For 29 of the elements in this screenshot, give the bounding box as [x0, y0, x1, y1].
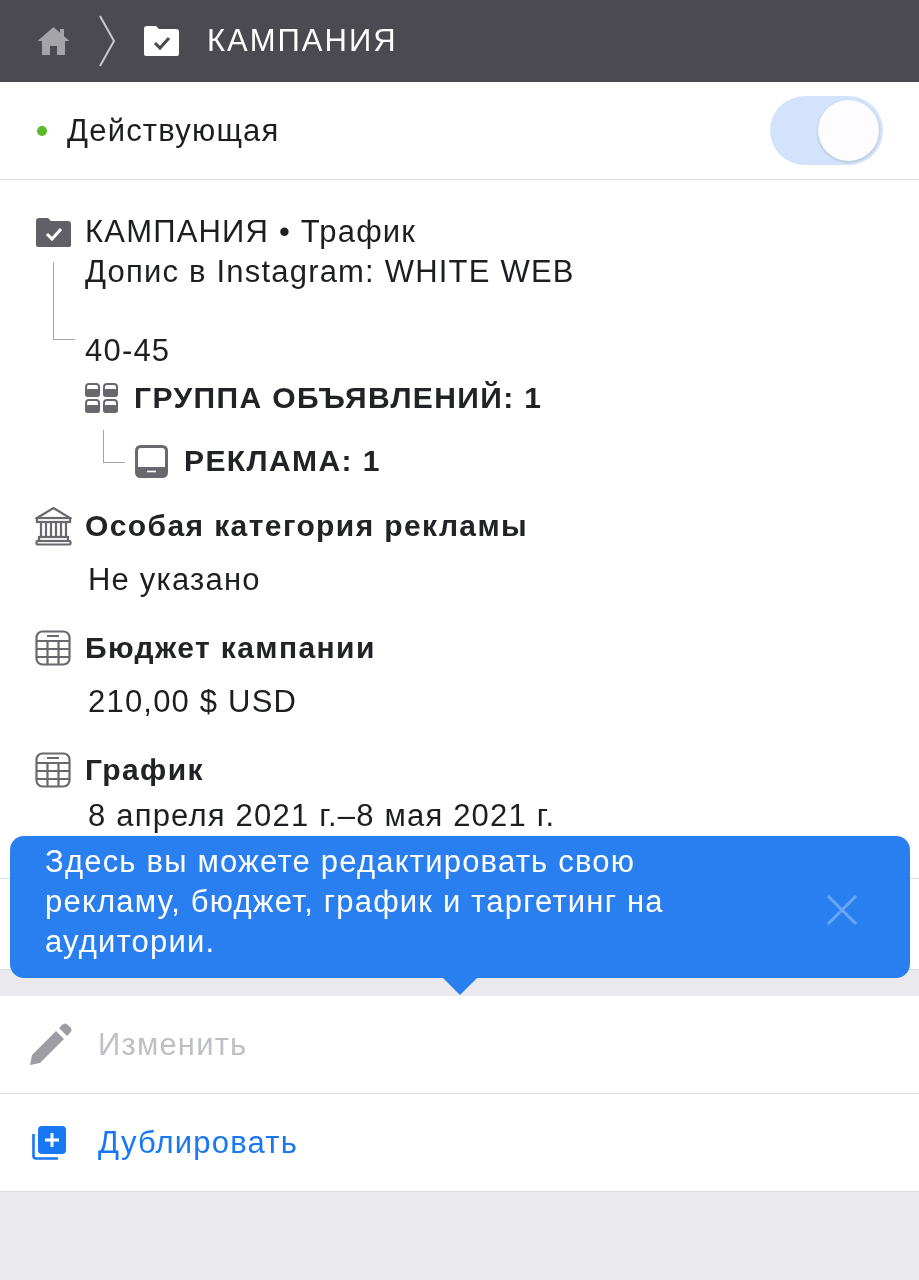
close-icon: [826, 894, 858, 926]
folder-check-icon: [35, 216, 72, 248]
status-label: Действующая: [67, 112, 281, 149]
campaign-name: Допис в Instagram: WHITE WEB: [85, 253, 576, 291]
section-value: Не указано: [88, 561, 262, 599]
home-icon[interactable]: [37, 26, 70, 56]
tablet-icon: [135, 444, 168, 478]
page-title: КАМПАНИЯ: [207, 23, 398, 59]
squares-plus-icon: [32, 1125, 66, 1160]
tooltip-text: Здесь вы можете редактировать свою рекламу, бюджет, график и таргетинг на аудитории.: [45, 843, 665, 961]
status-dot: [37, 125, 47, 136]
close-button[interactable]: [826, 894, 858, 926]
tree-connector: [103, 430, 125, 463]
section-title: Особая категория рекламы: [85, 508, 530, 544]
section-value: 210,00 $ USD: [88, 683, 299, 721]
section-title: График: [85, 752, 205, 788]
bank-icon: [35, 506, 72, 546]
table-icon: [35, 752, 71, 788]
ad-set-label: ГРУППА ОБЪЯВЛЕНИЙ: 1: [134, 380, 544, 416]
campaign-title: КАМПАНИЯ • Трафик: [85, 213, 418, 251]
pencil-icon: [27, 1021, 73, 1068]
section-title: Бюджет кампании: [85, 630, 377, 666]
section-value: 8 апреля 2021 г.–8 мая 2021 г.: [88, 797, 557, 835]
chevron-icon: [98, 14, 116, 68]
grid-icon: [85, 383, 118, 413]
table-icon: [35, 630, 71, 666]
ad-label: РЕКЛАМА: 1: [184, 443, 381, 479]
ad-set-name: 40-45: [85, 332, 172, 370]
folder-check-icon: [143, 25, 180, 57]
